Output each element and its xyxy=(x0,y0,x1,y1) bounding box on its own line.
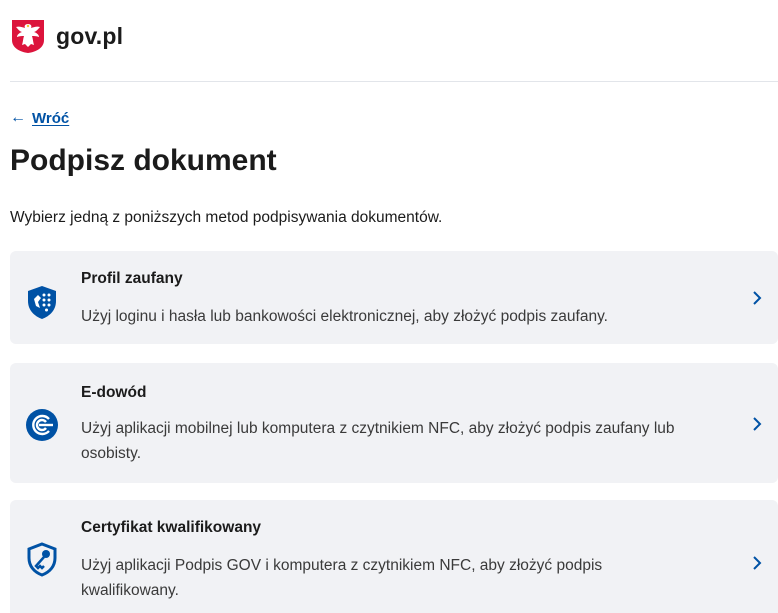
method-card-qualified-certificate[interactable]: Certyfikat kwalifikowany Użyj aplikacji … xyxy=(10,500,778,613)
method-description: Użyj aplikacji mobilnej lub komputera z … xyxy=(81,420,675,462)
page-intro: Wybierz jedną z poniższych metod podpisy… xyxy=(10,209,443,226)
method-description: Użyj aplikacji Podpis GOV i komputera z … xyxy=(81,557,603,599)
chevron-right-icon xyxy=(753,556,762,570)
method-title: E-dowód xyxy=(81,384,147,401)
chevron-right-icon xyxy=(753,291,762,305)
brand-name[interactable]: gov.pl xyxy=(56,23,123,50)
site-header: gov.pl xyxy=(10,16,123,56)
header-divider xyxy=(10,81,778,82)
e-id-card-icon xyxy=(26,409,58,441)
qualified-certificate-shield-icon xyxy=(27,542,57,577)
polish-eagle-emblem-icon[interactable] xyxy=(10,18,46,54)
method-title: Certyfikat kwalifikowany xyxy=(81,519,262,536)
method-card-trusted-profile[interactable]: Profil zaufany Użyj loginu i hasła lub b… xyxy=(10,251,778,344)
trusted-profile-shield-icon xyxy=(28,286,56,319)
method-description: Użyj loginu i hasła lub bankowości elekt… xyxy=(81,308,608,325)
chevron-right-icon xyxy=(753,417,762,431)
page-title: Podpisz dokument xyxy=(10,144,277,177)
back-link-label[interactable]: Wróć xyxy=(32,110,69,127)
method-title: Profil zaufany xyxy=(81,270,183,287)
method-card-e-id[interactable]: E-dowód Użyj aplikacji mobilnej lub komp… xyxy=(10,363,778,483)
arrow-left-icon: ← xyxy=(10,109,26,126)
back-link[interactable]: ← Wróć xyxy=(10,109,69,127)
